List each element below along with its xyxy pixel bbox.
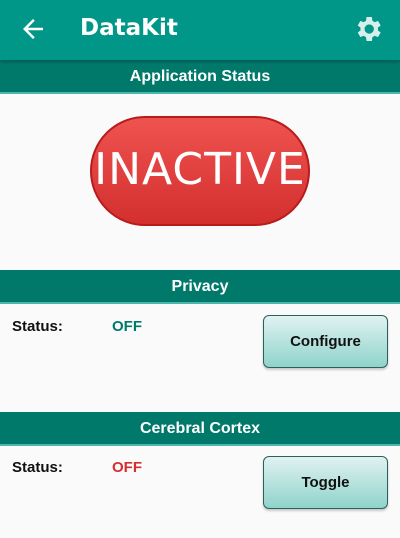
arrow-left-icon[interactable] — [18, 14, 48, 44]
cortex-status-value: OFF — [112, 459, 142, 476]
app-title: DataKit — [80, 15, 178, 41]
privacy-status-label: Status: — [12, 318, 63, 335]
toggle-button[interactable]: Toggle — [263, 456, 388, 509]
cerebral-cortex-header: Cerebral Cortex — [0, 412, 400, 446]
application-status-header: Application Status — [0, 60, 400, 94]
privacy-header: Privacy — [0, 270, 400, 304]
toolbar: DataKit — [0, 0, 400, 60]
privacy-status-value: OFF — [112, 318, 142, 335]
configure-button[interactable]: Configure — [263, 315, 388, 368]
cortex-status-label: Status: — [12, 459, 63, 476]
gear-icon[interactable] — [352, 13, 384, 45]
status-badge: INACTIVE — [90, 116, 310, 226]
